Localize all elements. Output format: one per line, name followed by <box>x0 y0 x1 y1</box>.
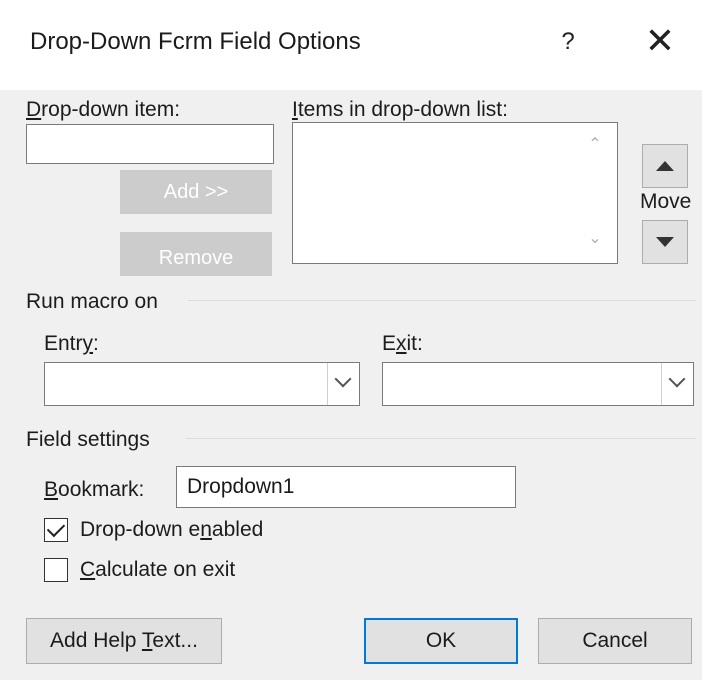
exit-label-accel: x <box>396 332 407 355</box>
title-bar: Drop-Down Fcrm Field Options ? ✕ <box>0 0 702 90</box>
move-label: Move <box>640 190 692 213</box>
dialog-title: Drop-Down Fcrm Field Options <box>30 28 361 55</box>
checkmark-icon <box>46 518 66 538</box>
items-listbox[interactable]: ⌃ ⌄ <box>292 122 618 264</box>
dropdown-item-label-accel: D <box>26 98 42 121</box>
bookmark-label-accel: B <box>44 478 59 501</box>
bookmark-value: Dropdown1 <box>187 475 295 498</box>
entry-label: Entry: <box>44 332 99 356</box>
calculate-on-exit-checkbox[interactable] <box>44 558 68 582</box>
run-macro-group-label: Run macro on <box>26 290 158 313</box>
exit-label-prefix: E <box>382 332 397 355</box>
cancel-button[interactable]: Cancel <box>538 618 692 664</box>
bookmark-label-text: ookmark: <box>58 478 145 501</box>
triangle-up-icon <box>656 161 674 171</box>
add-help-text-rest: ext... <box>152 629 198 652</box>
chevron-down-icon <box>668 370 686 388</box>
calculate-on-exit-text: alculate on exit <box>95 558 236 581</box>
add-help-text-button[interactable]: Add Help Text... <box>26 618 222 664</box>
bookmark-input[interactable]: Dropdown1 <box>176 466 516 508</box>
field-settings-group-label: Field settings <box>26 428 150 451</box>
dropdown-enabled-accel: n <box>200 518 212 541</box>
entry-combobox[interactable] <box>44 362 360 406</box>
move-up-button[interactable] <box>642 144 688 188</box>
add-help-text-prefix: Add Help <box>50 629 142 652</box>
dropdown-item-input[interactable] <box>26 124 274 164</box>
dropdown-enabled-label[interactable]: Drop-down enabled <box>80 518 263 542</box>
dropdown-item-label: Drop-down item: <box>26 98 180 122</box>
dropdown-enabled-prefix: Drop-down e <box>80 518 201 541</box>
exit-label-rest: it: <box>406 332 423 355</box>
exit-combobox[interactable] <box>382 362 694 406</box>
dropdown-form-field-options-dialog: Drop-Down Fcrm Field Options ? ✕ Drop-do… <box>0 0 702 680</box>
remove-button[interactable]: Remove <box>120 232 272 276</box>
entry-label-prefix: Entr <box>44 332 83 355</box>
bookmark-label: Bookmark: <box>44 478 144 502</box>
field-settings-divider <box>186 438 696 439</box>
scroll-down-arrow-icon[interactable]: ⌄ <box>583 227 607 251</box>
close-button[interactable]: ✕ <box>632 16 688 66</box>
exit-label: Exit: <box>382 332 423 356</box>
triangle-down-icon <box>656 237 674 247</box>
run-macro-divider <box>188 300 696 301</box>
scroll-up-arrow-icon[interactable]: ⌃ <box>583 133 607 157</box>
chevron-down-icon <box>334 370 352 388</box>
items-list-label: Items in drop-down list: <box>292 98 508 122</box>
entry-label-accel: y <box>82 332 94 355</box>
move-down-button[interactable] <box>642 220 688 264</box>
ok-button[interactable]: OK <box>364 618 518 664</box>
help-button[interactable]: ? <box>548 22 588 62</box>
calculate-on-exit-label[interactable]: Calculate on exit <box>80 558 235 582</box>
items-list-label-text: tems in drop-down list: <box>297 98 508 121</box>
calculate-on-exit-accel: C <box>80 558 96 581</box>
exit-dropdown-arrow[interactable] <box>661 363 693 405</box>
entry-label-rest: : <box>93 332 99 355</box>
dropdown-enabled-rest: abled <box>211 518 264 541</box>
entry-dropdown-arrow[interactable] <box>327 363 359 405</box>
dropdown-item-label-text: rop-down item: <box>41 98 181 121</box>
add-button[interactable]: Add >> <box>120 170 272 214</box>
add-help-text-accel: T <box>141 629 153 652</box>
dropdown-enabled-checkbox[interactable] <box>44 518 68 542</box>
